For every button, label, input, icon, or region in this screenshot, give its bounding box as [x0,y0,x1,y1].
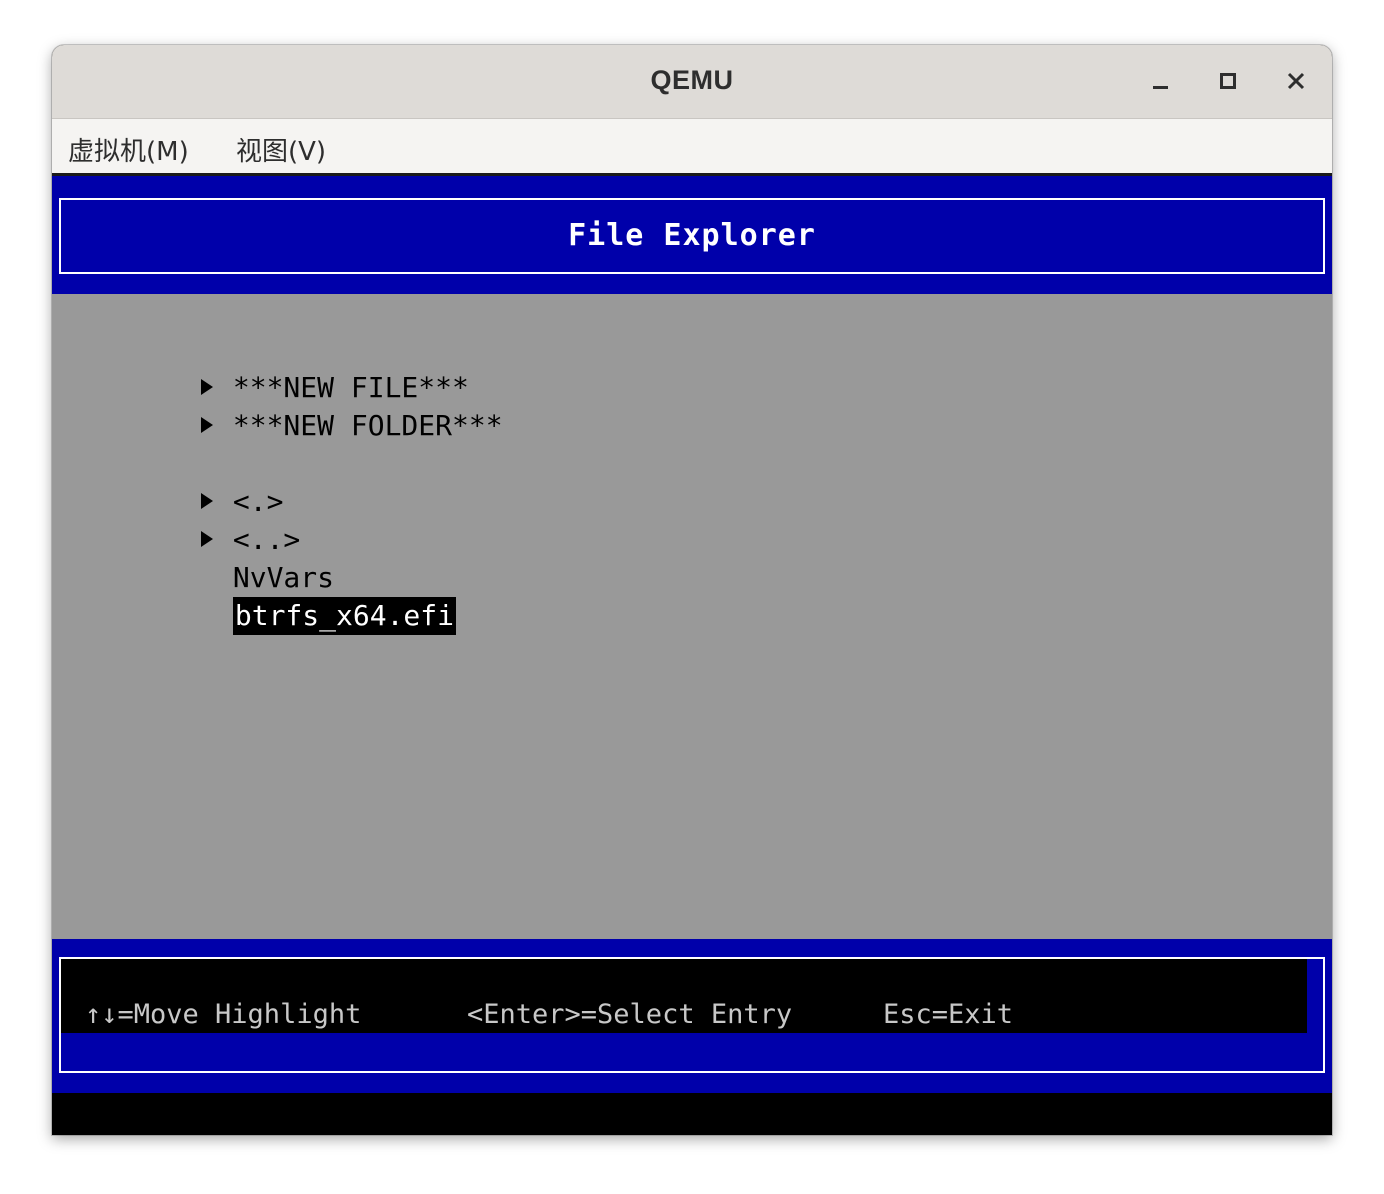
header-frame: File Explorer [59,198,1325,274]
help-footer: ↑↓=Move Highlight <Enter>=Select Entry E… [52,939,1332,1093]
vm-display[interactable]: File Explorer ***NEW FILE*** ***NEW FOLD… [52,176,1332,1135]
minimize-icon [1153,86,1168,89]
close-button[interactable] [1278,63,1314,99]
uefi-header: File Explorer [52,176,1332,294]
help-exit: Esc=Exit [883,999,1014,1030]
bottom-strip [52,1093,1332,1135]
qemu-window: QEMU 虚拟机(M) 视图(V) File Explorer ***NEW F… [52,45,1332,1135]
maximize-icon [1220,73,1236,89]
entry-new-file[interactable]: ***NEW FILE*** [66,331,469,404]
menu-machine[interactable]: 虚拟机(M) [68,131,189,168]
maximize-button[interactable] [1210,63,1246,99]
file-list: ***NEW FILE*** ***NEW FOLDER*** <.> <..>… [52,294,1332,939]
entry-current-dir[interactable]: <.> [66,445,283,518]
entry-btrfs-efi[interactable]: btrfs_x64.efi [98,559,457,635]
page-title: File Explorer [568,218,816,253]
menu-view[interactable]: 视图(V) [236,131,326,168]
entry-new-folder[interactable]: ***NEW FOLDER*** [66,369,503,442]
help-select: <Enter>=Select Entry [467,999,793,1030]
menu-bar: 虚拟机(M) 视图(V) [52,119,1332,176]
entry-label: btrfs_x64.efi [232,597,457,635]
close-icon [1287,72,1305,90]
window-title: QEMU [650,65,734,95]
entry-parent-dir[interactable]: <..> [66,483,300,556]
arrow-right-icon [200,417,213,433]
help-move: ↑↓=Move Highlight [85,999,362,1030]
footer-frame: ↑↓=Move Highlight <Enter>=Select Entry E… [59,957,1325,1073]
minimize-button[interactable] [1142,63,1178,99]
entry-label: ***NEW FOLDER*** [232,409,503,442]
entry-nvvars[interactable]: NvVars [98,521,334,594]
title-bar[interactable]: QEMU [52,45,1332,119]
